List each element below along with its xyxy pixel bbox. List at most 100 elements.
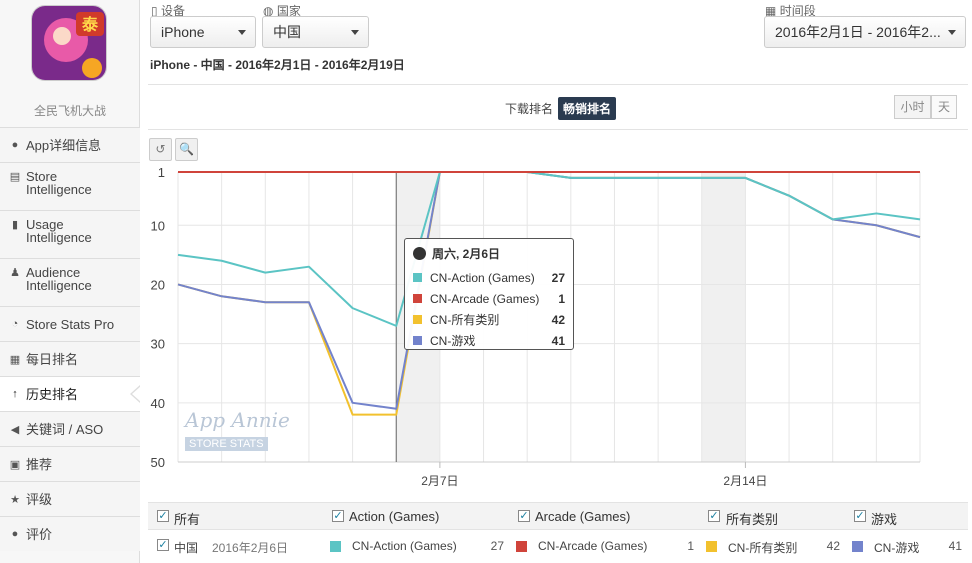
detail-games-value: 41 xyxy=(948,539,962,553)
tooltip-row: CN-Arcade (Games) 1 xyxy=(413,288,565,309)
series-legend: ✓ 所有 ✓ Action (Games) ✓ Arcade (Games) ✓… xyxy=(148,502,968,530)
checkbox-all[interactable]: ✓ xyxy=(157,510,169,522)
legend-games: 游戏 xyxy=(871,512,898,527)
zoom-icon[interactable]: 🔍 xyxy=(175,138,198,161)
detail-action-name: CN-Action (Games) xyxy=(352,539,457,553)
sidebar-item-history-ranking[interactable]: ↑ 历史排名 xyxy=(0,376,141,411)
device-select-value: iPhone xyxy=(161,24,205,40)
tooltip-series-name: CN-所有类别 xyxy=(430,313,500,327)
gauge-icon: ◔ xyxy=(11,318,19,330)
app-name: 全民飞机大战 xyxy=(33,104,106,118)
legend-action: Action (Games) xyxy=(349,509,440,524)
y-tick-label: 20 xyxy=(151,277,165,292)
y-tick-label: 30 xyxy=(151,337,165,352)
detail-overall-name: CN-所有类别 xyxy=(728,541,798,555)
usage-icon: ▮ xyxy=(11,219,19,231)
tooltip-series-value: 42 xyxy=(551,312,565,327)
book-icon: ▣ xyxy=(9,458,21,471)
series-swatch xyxy=(413,336,422,345)
info-icon: ● xyxy=(11,139,19,151)
sidebar-item-label: App详细信息 xyxy=(26,137,102,153)
weekend-band xyxy=(701,172,746,462)
series-swatch xyxy=(413,315,422,324)
y-tick-label: 50 xyxy=(151,455,165,470)
sidebar-item-featured[interactable]: ▣ 推荐 xyxy=(0,446,140,481)
y-tick-label: 10 xyxy=(151,218,165,233)
app-icon[interactable]: 泰 xyxy=(31,5,107,81)
divider xyxy=(148,129,968,130)
download-rank-toggle[interactable]: 下载排名 xyxy=(505,100,553,117)
reset-zoom-icon[interactable]: ↺ xyxy=(149,138,172,161)
checkbox-games[interactable]: ✓ xyxy=(854,510,866,522)
checkbox-action[interactable]: ✓ xyxy=(332,510,344,522)
series-swatch xyxy=(413,273,422,282)
sidebar-item-label: Store Intelligence xyxy=(26,169,92,197)
sidebar-item-label: 每日排名 xyxy=(26,351,79,367)
person-icon: ♟ xyxy=(10,267,20,279)
x-tick-label: 2月7日 xyxy=(421,474,458,488)
sidebar-item-store-stats-pro[interactable]: ◔ Store Stats Pro xyxy=(0,306,140,341)
x-tick-label: 2月14日 xyxy=(723,474,767,488)
country-select-value: 中国 xyxy=(273,24,301,40)
date-range-select[interactable]: 2016年2月1日 - 2016年2... xyxy=(764,16,966,48)
detail-action-value: 27 xyxy=(490,539,504,553)
tooltip-date: 周六, 2月6日 xyxy=(432,247,501,261)
sidebar-item-label: 评级 xyxy=(26,491,53,507)
sidebar-item-daily-ranking[interactable]: ▦ 每日排名 xyxy=(0,341,140,376)
sidebar-item-app-details[interactable]: ● App详细信息 xyxy=(0,127,140,162)
detail-date: 2016年2月6日 xyxy=(212,541,289,555)
store-icon: ▤ xyxy=(9,171,21,183)
sidebar-item-reviews[interactable]: ● 评价 xyxy=(0,516,140,551)
tooltip-row: CN-游戏 41 xyxy=(413,330,565,351)
tooltip-series-name: CN-游戏 xyxy=(430,334,476,348)
device-select[interactable]: iPhone xyxy=(150,16,256,48)
chevron-down-icon xyxy=(351,30,359,35)
sidebar: 泰 全民飞机大战 ● App详细信息 ▤ Store Intelligence … xyxy=(0,0,141,563)
detail-games-name: CN-游戏 xyxy=(874,541,920,555)
comment-icon: ● xyxy=(11,528,19,540)
series-swatch xyxy=(516,541,527,552)
divider xyxy=(148,84,968,85)
sidebar-item-label: Audience Intelligence xyxy=(26,265,92,293)
detail-row: ✓ 中国 2016年2月6日 CN-Action (Games) 27 CN-A… xyxy=(148,531,968,561)
sidebar-item-label: Store Stats Pro xyxy=(26,316,115,332)
tooltip-row: CN-Action (Games) 27 xyxy=(413,267,565,288)
sidebar-item-ratings[interactable]: ★ 评级 xyxy=(0,481,140,516)
sidebar-item-store-intelligence[interactable]: ▤ Store Intelligence xyxy=(0,162,140,210)
detail-arcade-name: CN-Arcade (Games) xyxy=(538,539,648,553)
tooltip-title: 周六, 2月6日 xyxy=(413,245,565,262)
hourly-button[interactable]: 小时 xyxy=(894,95,931,119)
legend-overall: 所有类别 xyxy=(726,512,779,527)
report-subtitle: iPhone - 中国 - 2016年2月1日 - 2016年2月19日 xyxy=(150,58,405,72)
detail-country: 中国 xyxy=(174,541,199,555)
checkbox-overall[interactable]: ✓ xyxy=(708,510,720,522)
sidebar-item-usage-intelligence[interactable]: ▮ Usage Intelligence xyxy=(0,210,140,258)
tooltip-series-value: 27 xyxy=(551,270,565,285)
sidebar-item-label: Usage Intelligence xyxy=(26,217,92,245)
daily-button[interactable]: 天 xyxy=(931,95,957,119)
megaphone-icon: ◀ xyxy=(10,423,20,436)
country-select[interactable]: 中国 xyxy=(262,16,369,48)
legend-arcade: Arcade (Games) xyxy=(535,509,631,524)
globe-icon xyxy=(413,247,426,260)
checkbox-arcade[interactable]: ✓ xyxy=(518,510,530,522)
checkbox-country[interactable]: ✓ xyxy=(157,539,169,551)
tooltip-series-value: 1 xyxy=(558,291,565,306)
tooltip-series-name: CN-Action (Games) xyxy=(430,270,535,285)
chevron-down-icon xyxy=(948,30,956,35)
chevron-down-icon xyxy=(238,30,246,35)
tooltip-series-value: 41 xyxy=(551,333,565,348)
grossing-rank-toggle[interactable]: 畅销排名 xyxy=(558,97,617,120)
watermark-brand: App Annie xyxy=(185,408,290,432)
sidebar-item-keywords-aso[interactable]: ◀ 关键词 / ASO xyxy=(0,411,140,446)
y-tick-label: 40 xyxy=(151,396,165,411)
legend-all: 所有 xyxy=(174,512,201,527)
sidebar-item-label: 历史排名 xyxy=(26,386,79,402)
detail-overall-value: 42 xyxy=(826,539,840,553)
series-swatch xyxy=(330,541,341,552)
star-icon: ★ xyxy=(10,493,20,506)
calendar-icon: ▦ xyxy=(9,353,21,366)
sidebar-item-audience-intelligence[interactable]: ♟ Audience Intelligence xyxy=(0,258,140,306)
series-swatch xyxy=(706,541,717,552)
chart-tooltip: 周六, 2月6日 CN-Action (Games) 27 CN-Arcade … xyxy=(404,238,574,350)
